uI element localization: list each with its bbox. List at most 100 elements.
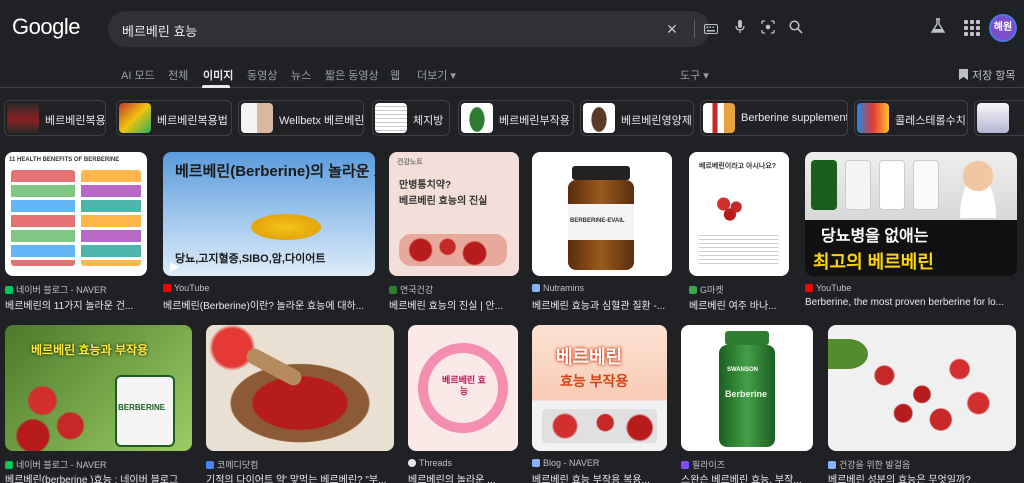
search-icon[interactable] <box>786 19 806 39</box>
image-overlay-text: 11 HEALTH BENEFITS OF BERBERINE <box>9 157 120 163</box>
image-overlay-text: SWANSON <box>727 367 759 373</box>
result-image[interactable] <box>206 325 394 451</box>
tab-news[interactable]: 뉴스 <box>291 67 311 83</box>
result-title[interactable]: 기적의 다이어트 약' 맞먹는 베르베린? "부... <box>206 471 394 483</box>
berries-and-bottles <box>542 409 657 443</box>
doctor-figure <box>953 158 1003 218</box>
chip-berberine-side-effects[interactable]: 베르베린부작용 <box>458 100 574 136</box>
result-source[interactable]: 연국건강 <box>389 283 433 296</box>
search-divider <box>694 20 695 38</box>
chip-berberine-supplement[interactable]: 베르베린영양제 <box>580 100 694 136</box>
result-image[interactable]: 건강노트 만병통치약? 베르베린 효능의 진실 <box>389 152 519 276</box>
image-overlay-text: 건강노트 <box>397 159 423 166</box>
saved-items-button[interactable]: 저장 항목 <box>959 67 1016 83</box>
result-image[interactable]: 베르베린 효능 <box>408 325 518 451</box>
result-title[interactable]: 베르베린 여주 바나... <box>689 297 789 312</box>
lens-icon[interactable] <box>758 19 778 39</box>
site-icon <box>828 461 836 469</box>
result-image[interactable]: 베르베린 효능과 부작용 BERBERINE <box>5 325 192 451</box>
result-title[interactable]: 베르베린 효능 부작용 복용... <box>532 471 667 483</box>
tab-ai-mode[interactable]: AI 모드 <box>121 67 155 83</box>
tab-short-videos[interactable]: 짧은 동영상 <box>325 67 379 83</box>
berries-bowl <box>399 234 507 266</box>
result-source[interactable]: 네이버 블로그 - NAVER <box>5 283 107 296</box>
chip-more[interactable] <box>974 100 1024 136</box>
chip-label: 베르베린복용법 <box>157 115 228 127</box>
image-overlay-text: 당뇨병을 없애는 <box>821 228 929 245</box>
bottle-cap <box>572 166 630 180</box>
result-image[interactable]: 베르베린 효능 부작용 <box>532 325 667 451</box>
result-source[interactable]: 네이버 블로그 - NAVER <box>5 458 107 471</box>
youtube-icon <box>805 284 813 292</box>
result-image[interactable]: 베르베린이라고 아시나요? <box>689 152 789 276</box>
image-overlay-text: BERBERINE <box>118 403 166 412</box>
result-source[interactable]: Threads <box>408 458 452 468</box>
chip-thumbnail <box>119 103 151 133</box>
spoon-powder <box>251 214 321 240</box>
result-source[interactable]: Blog - NAVER <box>532 458 599 468</box>
result-image[interactable] <box>828 325 1016 451</box>
tools-button[interactable]: 도구 ▾ <box>680 67 709 83</box>
chip-label: 콜레스테롤수치 <box>895 115 966 127</box>
apps-grid-icon[interactable] <box>962 18 982 38</box>
labs-flask-icon[interactable] <box>928 18 948 38</box>
image-overlay-text: BERBERINE-EVAIL <box>570 218 625 224</box>
naver-blog-icon <box>5 286 13 294</box>
chip-berberine-dosage-method[interactable]: 베르베린복용법 <box>116 100 232 136</box>
chip-berberine-dosage[interactable]: 베르베린복용 <box>4 100 106 136</box>
result-title[interactable]: 베르베린의 놀라운 ... <box>408 471 518 483</box>
text-lines <box>699 232 779 266</box>
threads-icon <box>408 459 416 467</box>
result-title[interactable]: Berberine, the most proven berberine for… <box>805 297 1017 308</box>
infographic-bars <box>81 170 141 266</box>
image-overlay-text: 최고의 베르베린 <box>813 252 934 272</box>
chip-cholesterol-level[interactable]: 콜레스테롤수치 <box>854 100 968 136</box>
account-avatar[interactable]: 혜원 <box>989 14 1017 42</box>
search-input[interactable]: 베르베린 효능 <box>122 21 197 40</box>
microphone-icon[interactable] <box>730 19 750 39</box>
chip-thumbnail <box>241 103 273 133</box>
tab-images[interactable]: 이미지 <box>203 67 233 83</box>
result-image[interactable]: SWANSON Berberine <box>681 325 813 451</box>
result-title[interactable]: 스완슨 베르베린 효능, 부작... <box>681 471 813 483</box>
chip-thumbnail <box>583 103 615 133</box>
result-image[interactable]: 11 HEALTH BENEFITS OF BERBERINE <box>5 152 147 276</box>
search-box[interactable]: 베르베린 효능 ✕ <box>108 11 803 47</box>
tab-web[interactable]: 웹 <box>390 67 400 83</box>
chip-wellbetx-berberine[interactable]: Wellbetx 베르베린 <box>238 100 364 136</box>
result-title[interactable]: 베르베린 효능의 진실 | 안... <box>389 297 519 312</box>
bottle <box>913 160 939 210</box>
chip-body-fat[interactable]: 체지방 <box>372 100 450 136</box>
bottle <box>811 160 837 210</box>
result-image[interactable]: 당뇨병을 없애는 최고의 베르베린 <box>805 152 1017 276</box>
result-source[interactable]: YouTube <box>805 283 851 293</box>
result-image[interactable]: 베르베린(Berberine)의 놀라운 효능!! 당뇨,고지혈증,SIBO,암… <box>163 152 375 276</box>
tab-videos[interactable]: 동영상 <box>247 67 277 83</box>
result-source[interactable]: 건강을 위한 발걸음 <box>828 458 910 471</box>
site-icon <box>532 284 540 292</box>
result-source[interactable]: G마켓 <box>689 283 724 296</box>
site-icon <box>681 461 689 469</box>
result-title[interactable]: 베르베린(Berberine)이란? 놀라운 효능에 대하... <box>163 297 375 312</box>
result-title[interactable]: 베르베린(berberine )효능 : 네이버 블로그 <box>5 471 192 483</box>
result-source[interactable]: 필라이즈 <box>681 458 725 471</box>
result-source[interactable]: YouTube <box>163 283 209 293</box>
keyboard-icon[interactable] <box>701 19 721 39</box>
result-title[interactable]: 베르베린의 11가지 놀라운 건... <box>5 297 147 312</box>
result-source[interactable]: Nutramins <box>532 283 584 293</box>
tab-all[interactable]: 전체 <box>168 67 188 83</box>
result-title[interactable]: 베르베린 성분의 효능은 무엇일까? <box>828 471 1016 483</box>
chip-label: 베르베린부작용 <box>499 115 570 127</box>
chip-thumbnail <box>857 103 889 133</box>
tab-more[interactable]: 더보기 ▾ <box>417 67 456 83</box>
chip-thumbnail <box>703 103 735 133</box>
result-image[interactable]: BERBERINE-EVAIL <box>532 152 672 276</box>
saved-items-label: 저장 항목 <box>972 70 1016 82</box>
leaves <box>828 339 868 369</box>
chip-label: 체지방 <box>413 115 444 127</box>
clear-icon[interactable]: ✕ <box>662 19 682 39</box>
chip-berberine-supplement-en[interactable]: Berberine supplement <box>700 100 848 136</box>
result-source[interactable]: 코메디닷컴 <box>206 458 258 471</box>
google-logo[interactable]: Google <box>12 14 80 40</box>
result-title[interactable]: 베르베린 효능과 심혈관 질환 -... <box>532 297 672 312</box>
